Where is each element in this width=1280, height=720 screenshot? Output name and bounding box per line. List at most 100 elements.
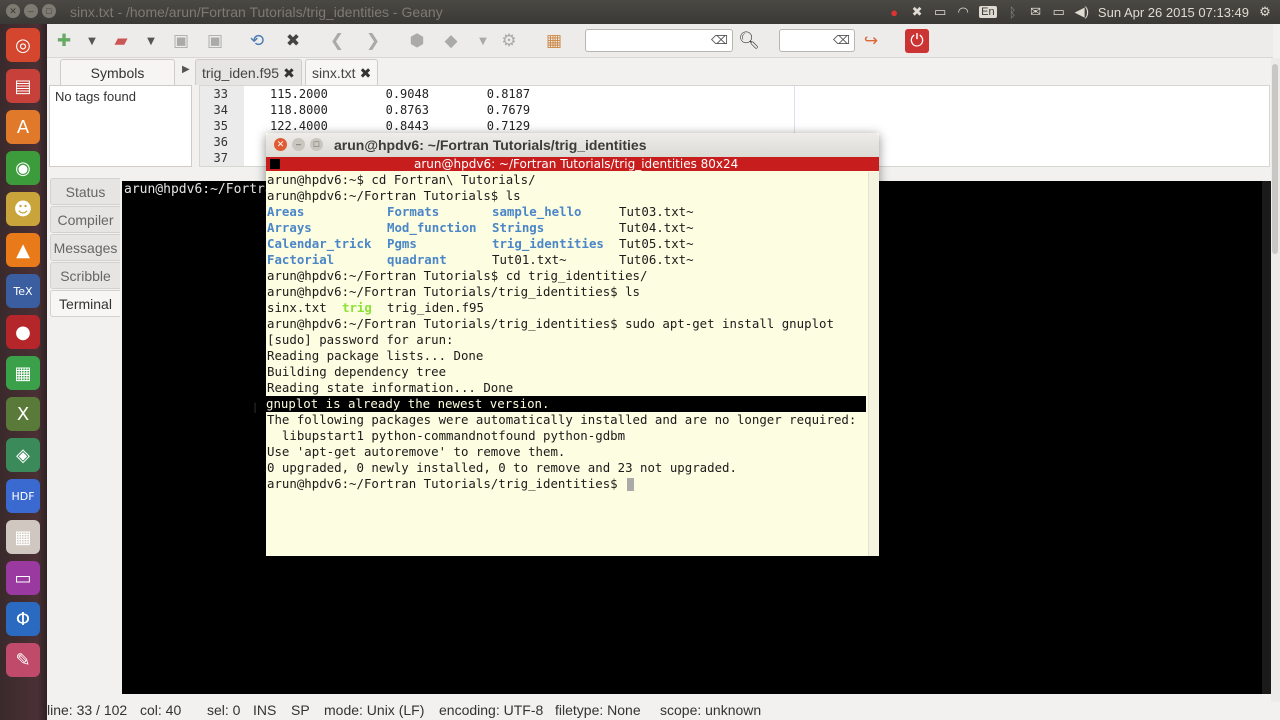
search-input[interactable]: ⌫ [585, 29, 733, 52]
scrollbar-thumb[interactable] [1272, 64, 1278, 254]
color-chooser-icon[interactable]: ▦ [542, 29, 566, 53]
tab-scribble[interactable]: Scribble [50, 262, 120, 289]
app-blue-icon[interactable]: Φ [6, 602, 40, 636]
build-icon[interactable]: ◆ [439, 29, 463, 53]
app-red-icon[interactable]: ● [6, 315, 40, 349]
minimize-icon[interactable]: – [292, 138, 305, 151]
ls-entry: Tut04.txt~ [619, 220, 694, 235]
terminal-line: arun@hpdv6:~/Fortran Tutorials$ cd trig_… [267, 268, 648, 283]
goto-line-input[interactable]: ⌫ [779, 29, 855, 52]
app-grid-icon[interactable]: ▦ [6, 356, 40, 390]
terminal-line: Use 'apt-get autoremove' to remove them. [267, 444, 566, 459]
tab-trig-iden[interactable]: trig_iden.f95 ✖ [195, 59, 302, 85]
chevron-down-icon[interactable]: ▼ [139, 29, 163, 53]
close-tab-icon[interactable]: ✖ [360, 65, 372, 81]
terminal-line: Reading package lists... Done [267, 348, 484, 363]
back-icon[interactable]: ❮ [325, 29, 349, 53]
keyboard-layout-indicator[interactable]: En [979, 6, 997, 18]
ls-entry: quadrant [387, 252, 447, 267]
gimp-icon[interactable]: ☻ [6, 192, 40, 226]
tab-terminal[interactable]: Terminal [50, 290, 120, 317]
new-file-icon[interactable]: ✚ [52, 29, 76, 53]
system-tray: ● ✖ ▭ ◠ En ᛒ ✉ ▭ ◀) Sun Apr 26 2015 07:1… [887, 3, 1272, 21]
volume-icon[interactable]: ◀) [1075, 4, 1089, 20]
search-icon[interactable]: 🔍︎ [737, 29, 761, 53]
gear-icon[interactable]: ⚙ [1258, 4, 1272, 20]
ls-entry: Tut03.txt~ [619, 204, 694, 219]
sidebar-scroll-arrow-icon[interactable]: ▶ [182, 64, 190, 75]
ls-entry: Calendar_trick [267, 236, 372, 251]
tab-status[interactable]: Status [50, 178, 120, 205]
terminal-title: arun@hpdv6: ~/Fortran Tutorials/trig_ide… [334, 137, 647, 153]
terminal-titlebar[interactable]: ✕ – □ arun@hpdv6: ~/Fortran Tutorials/tr… [266, 133, 879, 157]
vlc-icon[interactable]: ▲ [6, 233, 40, 267]
compile-icon[interactable]: ⬢ [405, 29, 429, 53]
clear-icon[interactable]: ⌫ [833, 33, 850, 47]
chevron-down-icon[interactable]: ▼ [80, 29, 104, 53]
execute-icon[interactable]: ⚙ [497, 29, 521, 53]
clipboard-icon[interactable]: ▭ [933, 4, 947, 20]
calc-icon[interactable]: ▦ [6, 520, 40, 554]
maximize-window-icon[interactable]: □ [42, 4, 56, 18]
save-all-icon[interactable]: ▣ [203, 29, 227, 53]
tab-messages[interactable]: Messages [50, 234, 120, 261]
clock[interactable]: Sun Apr 26 2015 07:13:49 [1098, 5, 1249, 20]
clear-icon[interactable]: ⌫ [711, 33, 728, 47]
bluetooth-icon[interactable]: ᛒ [1006, 5, 1020, 20]
close-file-icon[interactable]: ✖ [281, 29, 305, 53]
forward-icon[interactable]: ❯ [361, 29, 385, 53]
line-number: 34 [213, 103, 228, 117]
wifi-icon[interactable]: ◠ [956, 4, 970, 20]
chrome-icon[interactable]: ◉ [6, 151, 40, 185]
ubuntu-dash-icon[interactable]: ◎ [6, 28, 40, 62]
hdf-icon[interactable]: HDF [6, 479, 40, 513]
terminal-scrollbar[interactable] [868, 172, 879, 556]
window-title: sinx.txt - /home/arun/Fortran Tutorials/… [70, 4, 443, 20]
save-icon[interactable]: ▣ [169, 29, 193, 53]
close-window-icon[interactable]: ✕ [6, 4, 20, 18]
terminal-line: arun@hpdv6:~$ cd Fortran\ Tutorials/ [267, 172, 536, 187]
tab-compiler[interactable]: Compiler [50, 206, 120, 233]
statusbar: line: 33 / 102 col: 40 sel: 0 INS SP mod… [47, 702, 1280, 720]
ls-entry: Pgms [387, 236, 417, 251]
terminal-line: Building dependency tree [267, 364, 447, 379]
status-col: col: 40 [140, 702, 182, 718]
status-line: line: 33 / 102 [47, 702, 128, 718]
line-text: 122.4000 0.8443 0.7129 [270, 119, 531, 133]
battery-icon[interactable]: ▭ [1052, 4, 1066, 20]
workspace-icon[interactable]: ▭ [6, 561, 40, 595]
launcher: ◎ ▤ A ◉ ☻ ▲ TeX ● ▦ X ◈ HDF ▦ ▭ Φ ✎ [0, 24, 47, 720]
tab-sinx[interactable]: sinx.txt ✖ [305, 59, 379, 85]
status-ins: INS [253, 702, 277, 718]
mail-icon[interactable]: ✉ [1029, 4, 1043, 20]
text-cursor-icon: I [253, 401, 258, 417]
window-scrollbar[interactable] [1271, 58, 1280, 708]
jump-to-line-icon[interactable]: ↪ [859, 29, 883, 53]
ls-entry: Areas [267, 204, 305, 219]
cube-icon[interactable]: ◈ [6, 438, 40, 472]
close-icon[interactable]: ✕ [274, 138, 287, 151]
tab-symbols[interactable]: Symbols [60, 59, 175, 85]
terminal-line: gnuplot is already the newest version. [266, 396, 866, 412]
open-folder-icon[interactable]: ▰ [109, 29, 133, 53]
terminal-window[interactable]: ✕ – □ arun@hpdv6: ~/Fortran Tutorials/tr… [266, 133, 879, 556]
terminal-output[interactable]: arun@hpdv6:~$ cd Fortran\ Tutorials/arun… [266, 172, 868, 556]
revert-icon[interactable]: ⟲ [245, 29, 269, 53]
tex-icon[interactable]: TeX [6, 274, 40, 308]
software-center-icon[interactable]: A [6, 110, 40, 144]
terminal-line: arun@hpdv6:~/Fortran Tutorials/trig_iden… [267, 476, 635, 492]
app-pencil-icon[interactable]: ✎ [6, 643, 40, 677]
line-number: 37 [213, 151, 228, 165]
quit-icon[interactable]: ⏻ [905, 29, 929, 53]
record-icon[interactable]: ● [887, 5, 901, 20]
files-icon[interactable]: ▤ [6, 69, 40, 103]
close-tab-icon[interactable]: ✖ [283, 65, 295, 81]
minimize-window-icon[interactable]: – [24, 4, 38, 18]
xfig-icon[interactable]: X [6, 397, 40, 431]
maximize-icon[interactable]: □ [310, 138, 323, 151]
cross-tool-icon[interactable]: ✖ [910, 4, 924, 20]
ls-entry: trig_iden.f95 [387, 300, 484, 315]
terminal-line: Reading state information... Done [267, 380, 514, 395]
ls-entry: sample_hello [492, 204, 582, 219]
chevron-down-icon[interactable]: ▼ [471, 29, 495, 53]
